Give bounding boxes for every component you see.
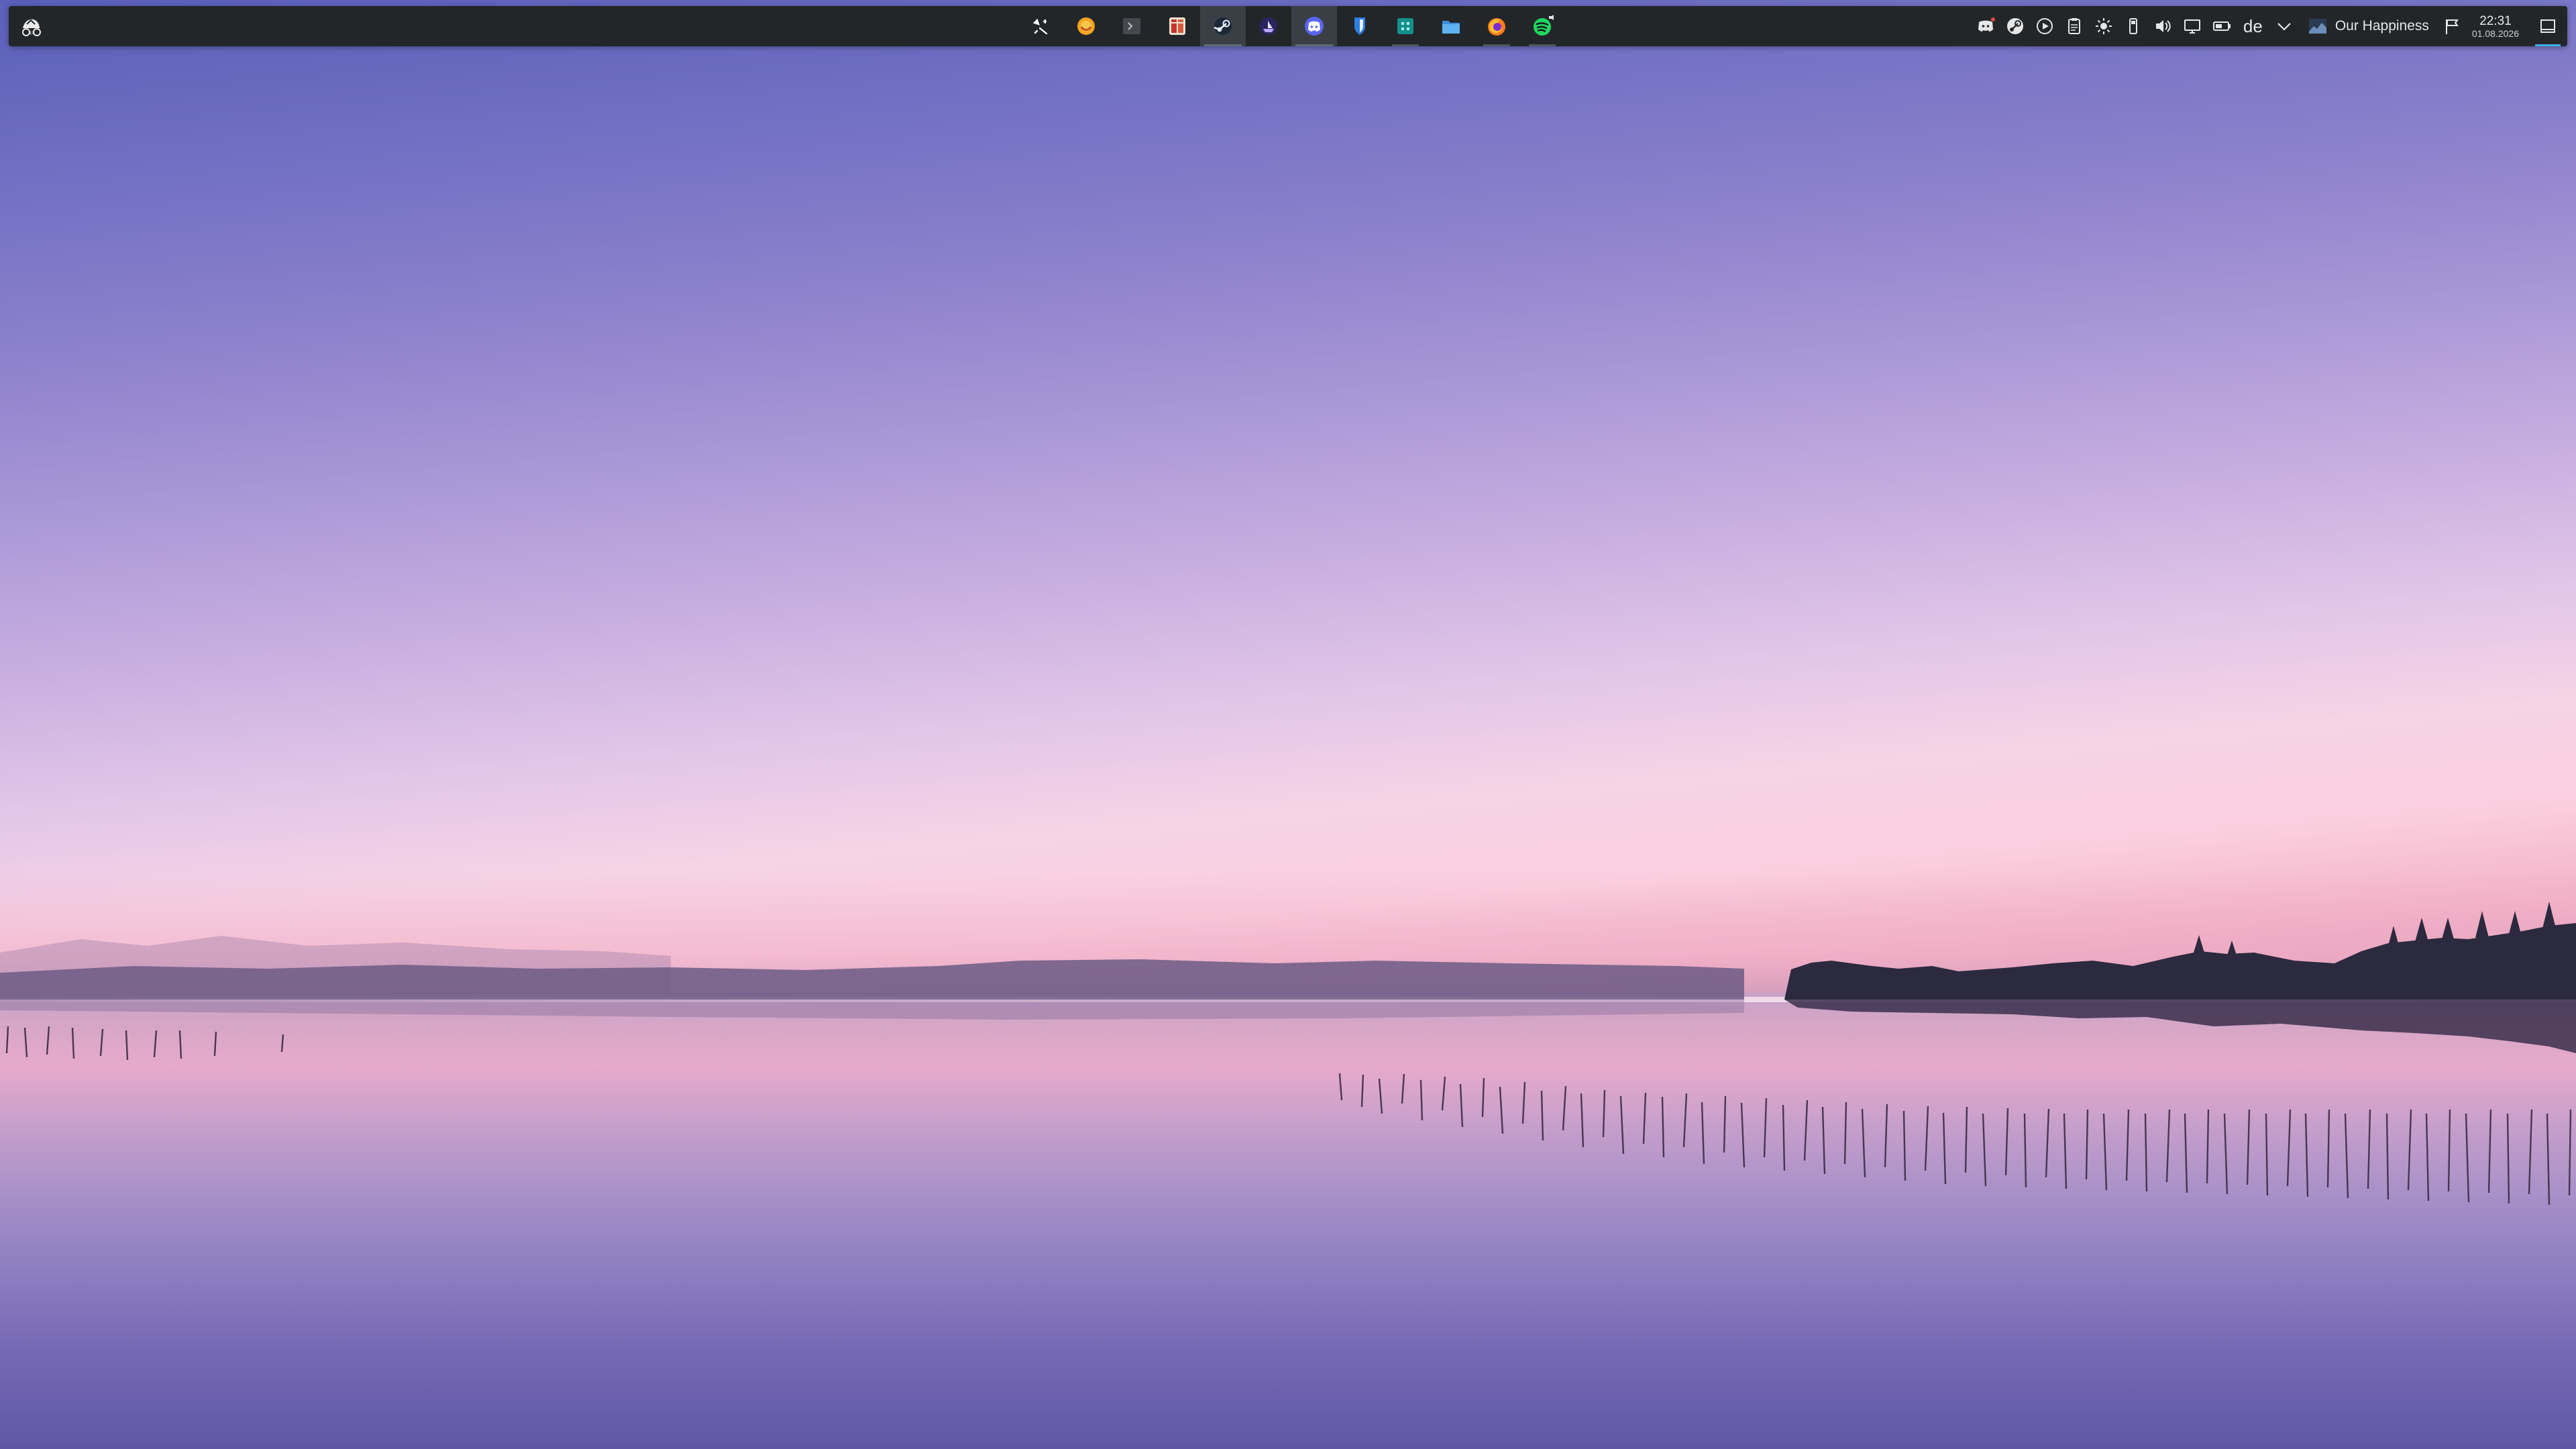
task-spotify[interactable] [1519, 6, 1565, 46]
digital-clock[interactable]: 22:31 01.08.2026 [2467, 15, 2528, 38]
tray-notifications[interactable] [2437, 6, 2467, 46]
task-terminal[interactable] [1109, 6, 1155, 46]
task-firefox[interactable] [1474, 6, 1519, 46]
tray-expand-button[interactable] [2269, 6, 2299, 46]
album-art-icon [2308, 19, 2326, 34]
desktop-wallpaper [0, 0, 2576, 1449]
application-launcher-button[interactable]: 13 [15, 10, 48, 42]
flag-icon [2445, 19, 2459, 34]
tray-display[interactable] [2178, 6, 2207, 46]
application-launcher-icon: 13 [22, 19, 41, 36]
clock-time: 22:31 [2479, 13, 2512, 28]
tray-device[interactable] [2118, 6, 2148, 46]
task-system-monitor[interactable] [1383, 6, 1428, 46]
tray-brightness[interactable] [2089, 6, 2118, 46]
keyboard-layout-indicator[interactable]: de [2237, 6, 2269, 46]
media-title: Our Happiness [2334, 18, 2429, 34]
steam-icon [1214, 17, 1232, 35]
clipboard-icon [2068, 18, 2080, 34]
display-icon [2184, 19, 2200, 34]
spotify-icon [1534, 15, 1554, 36]
usb-device-icon [2129, 18, 2137, 34]
play-circle-icon [2036, 18, 2053, 34]
discord-tray-icon [1978, 17, 1995, 32]
volume-icon [2155, 20, 2171, 32]
task-color-picker[interactable] [1018, 6, 1063, 46]
taskbar-panel: 13 de Our Happiness 22:31 01.08.2026 [9, 6, 2567, 46]
task-steam[interactable] [1200, 6, 1246, 46]
task-file-manager[interactable] [1428, 6, 1474, 46]
tray-clipboard[interactable] [2059, 6, 2089, 46]
task-bitwarden[interactable] [1337, 6, 1383, 46]
steam-tray-icon [2006, 18, 2023, 34]
svg-text:13: 13 [30, 32, 34, 36]
ship-app-icon [1260, 17, 1277, 35]
chevron-down-icon [2277, 23, 2291, 31]
sky-gradient [0, 0, 2576, 993]
clock-date: 01.08.2026 [2471, 28, 2519, 39]
orange-circle-app-icon [1077, 17, 1095, 35]
discord-icon [1305, 17, 1324, 36]
tray-media-player[interactable] [2030, 6, 2059, 46]
tray-discord[interactable] [1971, 6, 2000, 46]
folder-icon [1442, 21, 1460, 34]
game-launcher-icon [1169, 17, 1185, 35]
brightness-icon [2095, 18, 2112, 34]
system-tray: de Our Happiness 22:31 01.08.2026 [1971, 6, 2567, 46]
firefox-icon [1488, 18, 1505, 36]
tray-battery[interactable] [2207, 6, 2237, 46]
task-orange-app[interactable] [1063, 6, 1109, 46]
show-desktop-icon [2540, 19, 2555, 33]
battery-icon [2212, 21, 2231, 31]
task-game-launcher[interactable] [1155, 6, 1200, 46]
terminal-icon [1123, 18, 1140, 34]
shield-icon [1354, 17, 1365, 35]
task-ship-app[interactable] [1246, 6, 1291, 46]
teal-grid-app-icon [1397, 18, 1413, 34]
tray-steam[interactable] [2000, 6, 2030, 46]
media-widget[interactable]: Our Happiness [2299, 15, 2437, 37]
treeline-silhouette [0, 902, 2576, 1205]
color-picker-icon [1032, 18, 1048, 35]
task-manager [1018, 6, 1565, 46]
show-desktop-button[interactable] [2528, 6, 2567, 46]
task-discord[interactable] [1291, 6, 1337, 46]
tray-volume[interactable] [2148, 6, 2178, 46]
